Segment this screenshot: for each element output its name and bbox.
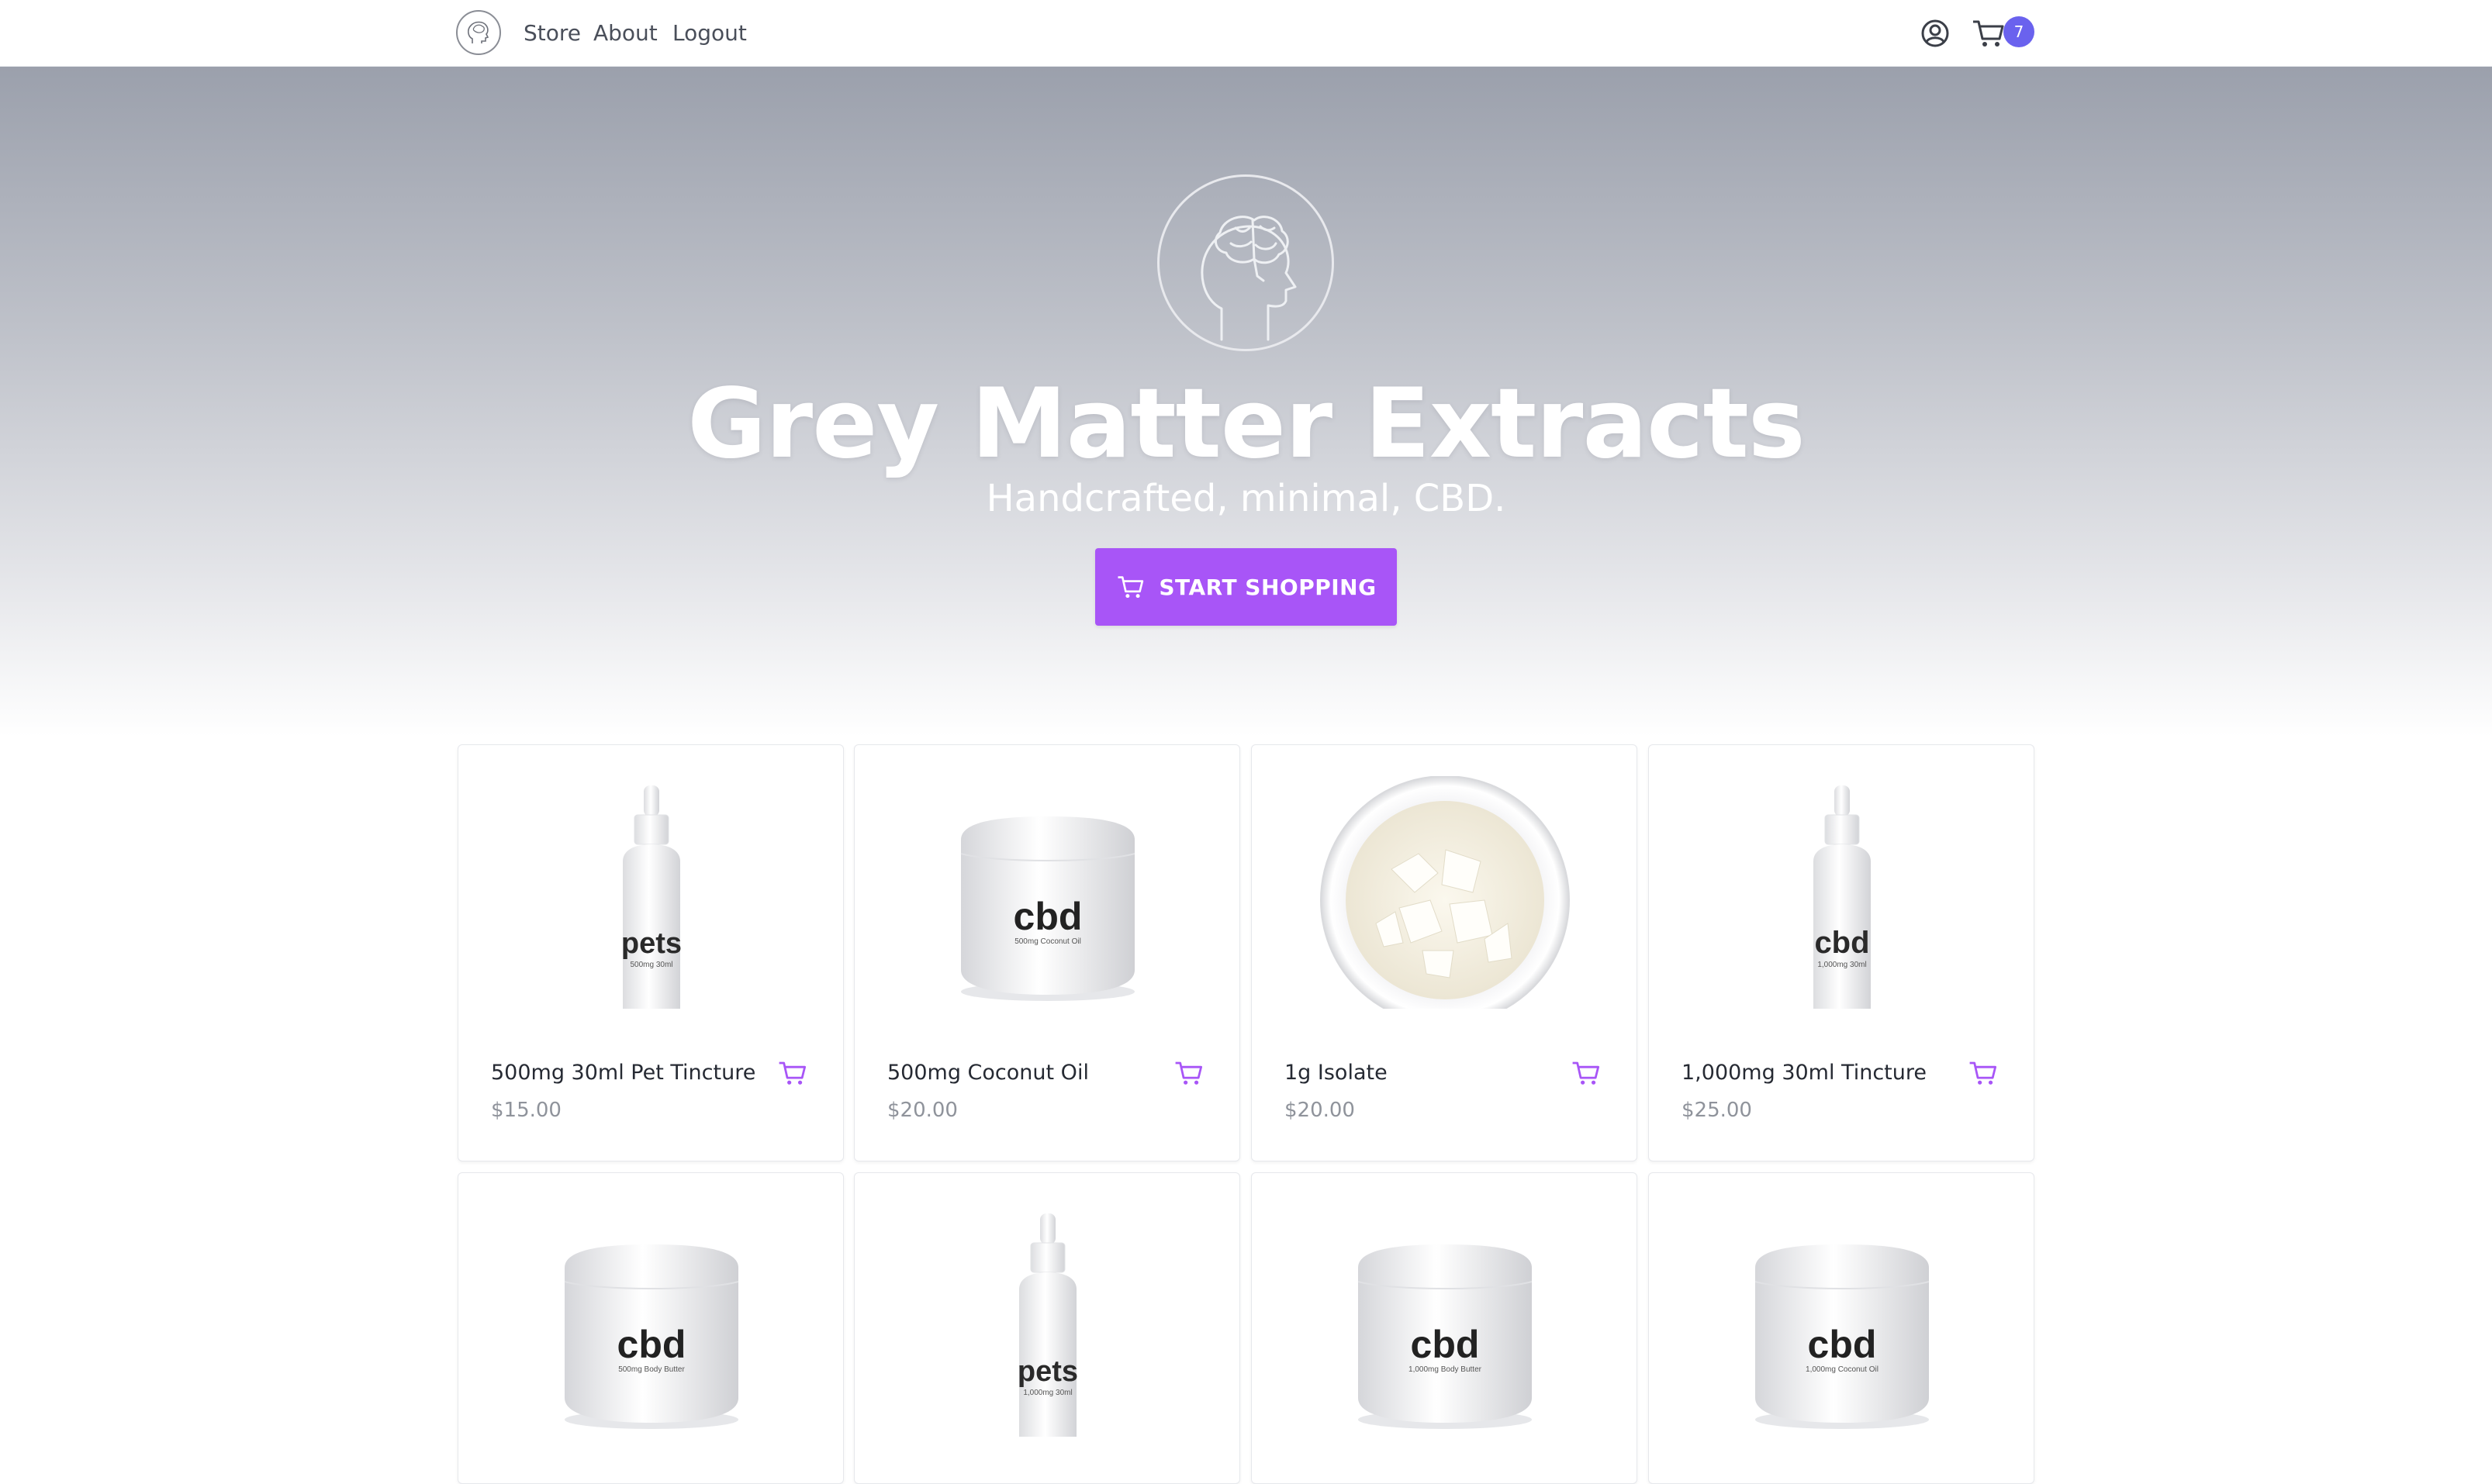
add-to-cart-icon[interactable] [1570, 1058, 1602, 1089]
brain-head-icon[interactable] [456, 10, 501, 55]
nav-link-about[interactable]: About [593, 20, 658, 46]
product-name[interactable]: 500mg 30ml Pet Tincture [491, 1061, 755, 1085]
navbar: Store About Logout 7 [0, 0, 2492, 67]
hero-subtitle: Handcrafted, minimal, CBD. [986, 477, 1506, 520]
product-card[interactable]: 1g Isolate $20.00 [1251, 744, 1637, 1161]
start-shopping-label: START SHOPPING [1159, 574, 1377, 600]
product-price: $20.00 [887, 1099, 958, 1122]
dropper-bottle-image: cbd 1,000mg 30ml [1813, 785, 1871, 1009]
nav-link-logout[interactable]: Logout [672, 20, 747, 46]
product-small-label: 1,000mg Coconut Oil [1806, 1365, 1879, 1374]
dropper-bottle-image: pets 1,000mg 30ml [1018, 1213, 1078, 1437]
product-card[interactable]: cbd 500mg Coconut Oil 500mg Coconut Oil … [854, 744, 1240, 1161]
isolate-dish-image [1320, 776, 1570, 1009]
product-card[interactable]: cbd 500mg Body Butter [458, 1172, 844, 1484]
add-to-cart-icon[interactable] [1967, 1058, 1999, 1089]
jar-image: cbd 500mg Coconut Oil [960, 816, 1135, 1001]
start-shopping-button[interactable]: START SHOPPING [1095, 548, 1397, 626]
product-card[interactable]: cbd 1,000mg Body Butter [1251, 1172, 1637, 1484]
product-price: $20.00 [1284, 1099, 1355, 1122]
product-brand-label: pets [1018, 1355, 1078, 1388]
product-card[interactable]: pets 1,000mg 30ml [854, 1172, 1240, 1484]
product-small-label: 1,000mg 30ml [1817, 961, 1866, 969]
product-brand-label: cbd [1814, 926, 1869, 960]
product-small-label: 1,000mg Body Butter [1408, 1365, 1482, 1374]
product-price: $25.00 [1681, 1099, 1752, 1122]
jar-image: cbd 1,000mg Body Butter [1357, 1244, 1533, 1429]
cart-icon [1118, 576, 1144, 599]
product-brand-label: cbd [1808, 1323, 1877, 1366]
jar-image: cbd 1,000mg Coconut Oil [1754, 1244, 1930, 1429]
user-circle-icon[interactable] [1917, 16, 1953, 51]
product-small-label: 500mg 30ml [630, 961, 672, 969]
product-name[interactable]: 1g Isolate [1284, 1061, 1388, 1085]
product-card[interactable]: cbd 1,000mg 30ml 1,000mg 30ml Tincture $… [1648, 744, 2034, 1161]
product-name[interactable]: 500mg Coconut Oil [887, 1061, 1089, 1085]
product-small-label: 500mg Coconut Oil [1014, 937, 1081, 946]
cart-icon[interactable] [1970, 16, 2007, 51]
hero-title: Grey Matter Extracts [687, 368, 1805, 480]
hero-banner: Grey Matter Extracts Handcrafted, minima… [0, 66, 2492, 737]
product-brand-label: cbd [1411, 1323, 1480, 1366]
product-brand-label: pets [621, 927, 682, 960]
jar-image: cbd 500mg Body Butter [564, 1244, 739, 1429]
product-card[interactable]: pets 500mg 30ml 500mg 30ml Pet Tincture … [458, 744, 844, 1161]
product-name[interactable]: 1,000mg 30ml Tincture [1681, 1061, 1927, 1085]
nav-link-store[interactable]: Store [524, 20, 581, 46]
product-brand-label: cbd [1014, 895, 1083, 938]
product-card[interactable]: cbd 1,000mg Coconut Oil [1648, 1172, 2034, 1484]
add-to-cart-icon[interactable] [1173, 1058, 1205, 1089]
add-to-cart-icon[interactable] [776, 1058, 809, 1089]
product-small-label: 1,000mg 30ml [1023, 1389, 1072, 1397]
dropper-bottle-image: pets 500mg 30ml [621, 785, 682, 1009]
cart-count-badge[interactable]: 7 [2003, 16, 2034, 47]
brain-head-icon [1157, 174, 1334, 351]
product-brand-label: cbd [617, 1323, 686, 1366]
product-price: $15.00 [491, 1099, 562, 1122]
product-small-label: 500mg Body Butter [618, 1365, 685, 1374]
